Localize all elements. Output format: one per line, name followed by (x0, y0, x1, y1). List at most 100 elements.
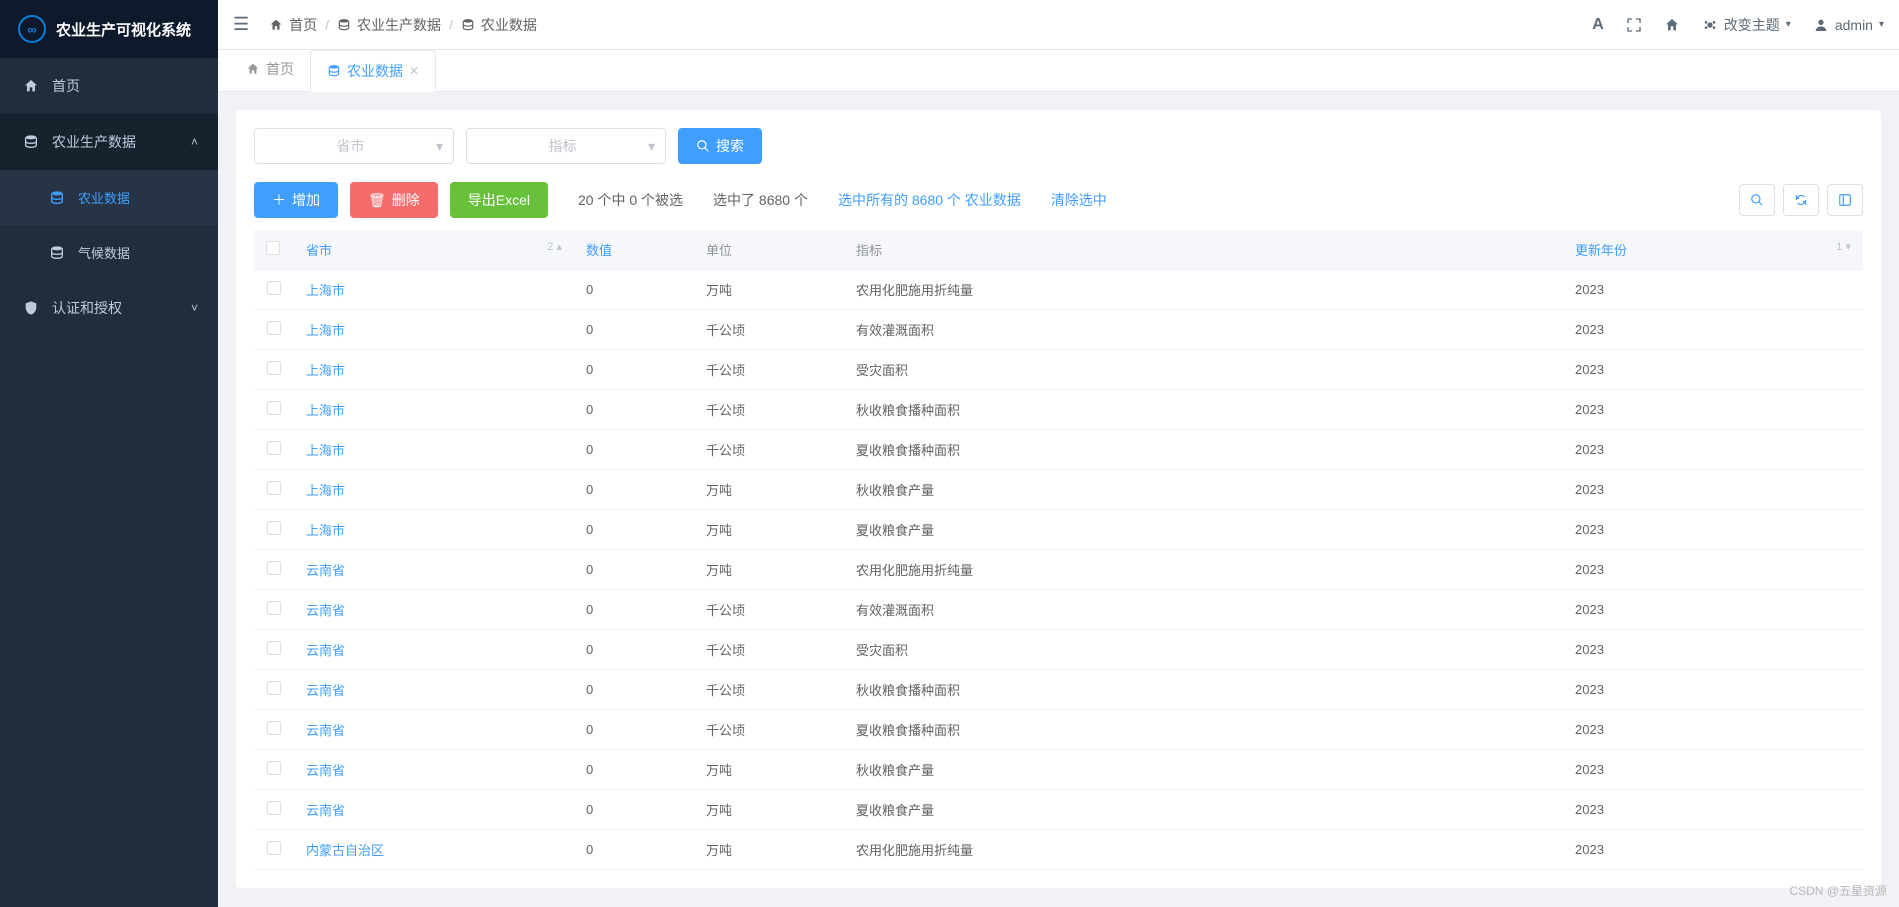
add-button[interactable]: ＋ 增加 (254, 182, 338, 218)
refresh-icon-button[interactable] (1783, 184, 1819, 216)
table-row: 云南省 0 千公顷 受灾面积 2023 (254, 630, 1863, 670)
cell-value: 0 (574, 790, 694, 830)
column-header-indicator[interactable]: 指标 (844, 230, 1563, 270)
table-row: 云南省 0 千公顷 有效灌溉面积 2023 (254, 590, 1863, 630)
table-row: 上海市 0 千公顷 有效灌溉面积 2023 (254, 310, 1863, 350)
sidebar-item-label: 气候数据 (78, 243, 130, 262)
row-checkbox[interactable] (267, 721, 281, 735)
province-link[interactable]: 云南省 (306, 803, 345, 818)
row-checkbox[interactable] (267, 681, 281, 695)
breadcrumb-agri-data[interactable]: 农业数据 (461, 15, 537, 35)
row-checkbox[interactable] (267, 521, 281, 535)
table-row: 上海市 0 万吨 农用化肥施用折纯量 2023 (254, 270, 1863, 310)
row-checkbox[interactable] (267, 641, 281, 655)
sidebar-item-agri-data[interactable]: 农业数据 (0, 170, 218, 225)
tab-agri-data[interactable]: 农业数据 ✕ (310, 50, 436, 92)
cell-value: 0 (574, 550, 694, 590)
fullscreen-icon[interactable] (1626, 17, 1642, 33)
province-link[interactable]: 云南省 (306, 723, 345, 738)
cell-year: 2023 (1563, 430, 1863, 470)
column-header-year[interactable]: 更新年份 1 ▾ (1563, 230, 1863, 270)
province-link[interactable]: 上海市 (306, 483, 345, 498)
export-excel-button[interactable]: 导出Excel (450, 182, 548, 218)
sidebar-item-label: 认证和授权 (52, 298, 122, 318)
cell-indicator: 有效灌溉面积 (844, 590, 1563, 630)
province-link[interactable]: 上海市 (306, 523, 345, 538)
sidebar-item-auth[interactable]: 认证和授权 ˅ (0, 280, 218, 336)
province-link[interactable]: 云南省 (306, 563, 345, 578)
cell-indicator: 受灾面积 (844, 350, 1563, 390)
cell-year: 2023 (1563, 590, 1863, 630)
table-row: 内蒙古自治区 0 万吨 农用化肥施用折纯量 2023 (254, 830, 1863, 870)
province-link[interactable]: 上海市 (306, 443, 345, 458)
cell-year: 2023 (1563, 750, 1863, 790)
tab-home[interactable]: 首页 (230, 49, 310, 91)
logo-area[interactable]: ∞ 农业生产可视化系统 (0, 0, 218, 58)
column-header-province[interactable]: 省市 2 ▴ (294, 230, 574, 270)
cell-value: 0 (574, 590, 694, 630)
breadcrumb: 首页 / 农业生产数据 / 农业数据 (269, 15, 1592, 35)
row-checkbox[interactable] (267, 321, 281, 335)
province-link[interactable]: 内蒙古自治区 (306, 843, 384, 858)
column-header-unit[interactable]: 单位 (694, 230, 844, 270)
province-link[interactable]: 上海市 (306, 283, 345, 298)
cell-unit: 万吨 (694, 470, 844, 510)
cell-value: 0 (574, 310, 694, 350)
province-link[interactable]: 上海市 (306, 323, 345, 338)
row-checkbox[interactable] (267, 841, 281, 855)
row-checkbox[interactable] (267, 401, 281, 415)
province-select[interactable]: 省市 ▾ (254, 128, 454, 164)
select-all-link[interactable]: 选中所有的 8680 个 农业数据 (838, 190, 1021, 210)
cell-unit: 万吨 (694, 790, 844, 830)
select-all-checkbox[interactable] (266, 241, 280, 255)
province-link[interactable]: 上海市 (306, 363, 345, 378)
home-icon[interactable] (1664, 17, 1680, 33)
cell-value: 0 (574, 270, 694, 310)
theme-switcher[interactable]: 改变主题 ▾ (1702, 15, 1791, 35)
clear-selection-link[interactable]: 清除选中 (1051, 190, 1107, 210)
column-header-value[interactable]: 数值 (574, 230, 694, 270)
table-row: 上海市 0 千公顷 受灾面积 2023 (254, 350, 1863, 390)
hamburger-icon[interactable]: ☰ (233, 14, 249, 35)
province-link[interactable]: 云南省 (306, 643, 345, 658)
cell-indicator: 秋收粮食播种面积 (844, 390, 1563, 430)
search-button[interactable]: 搜索 (678, 128, 762, 164)
table-row: 云南省 0 千公顷 夏收粮食播种面积 2023 (254, 710, 1863, 750)
cell-unit: 万吨 (694, 830, 844, 870)
breadcrumb-home[interactable]: 首页 (269, 15, 317, 35)
sidebar-item-agri-production[interactable]: 农业生产数据 ˄ (0, 114, 218, 170)
row-checkbox[interactable] (267, 281, 281, 295)
plus-icon: ＋ (272, 190, 286, 210)
province-link[interactable]: 云南省 (306, 763, 345, 778)
row-checkbox[interactable] (267, 801, 281, 815)
province-link[interactable]: 云南省 (306, 603, 345, 618)
cell-unit: 万吨 (694, 550, 844, 590)
app-title: 农业生产可视化系统 (56, 19, 191, 40)
cell-indicator: 农用化肥施用折纯量 (844, 830, 1563, 870)
row-checkbox[interactable] (267, 361, 281, 375)
chevron-up-icon: ˄ (191, 135, 198, 149)
row-checkbox[interactable] (267, 601, 281, 615)
expand-icon-button[interactable] (1827, 184, 1863, 216)
sidebar-item-home[interactable]: 首页 (0, 58, 218, 114)
province-link[interactable]: 云南省 (306, 683, 345, 698)
breadcrumb-agri-production[interactable]: 农业生产数据 (337, 15, 441, 35)
search-icon-button[interactable] (1739, 184, 1775, 216)
cell-value: 0 (574, 430, 694, 470)
breadcrumb-separator: / (449, 17, 453, 33)
cell-value: 0 (574, 510, 694, 550)
row-checkbox[interactable] (267, 561, 281, 575)
province-link[interactable]: 上海市 (306, 403, 345, 418)
close-icon[interactable]: ✕ (409, 64, 419, 78)
delete-button[interactable]: 🗑 删除 (350, 182, 438, 218)
topbar: ☰ 首页 / 农业生产数据 / 农业数据 A (218, 0, 1899, 50)
font-icon[interactable]: A (1592, 16, 1604, 34)
user-menu[interactable]: admin ▾ (1813, 17, 1884, 33)
cell-indicator: 夏收粮食播种面积 (844, 430, 1563, 470)
sidebar-item-climate-data[interactable]: 气候数据 (0, 225, 218, 280)
row-checkbox[interactable] (267, 761, 281, 775)
action-row: ＋ 增加 🗑 删除 导出Excel 20 个中 0 个被选 选中了 8680 个… (254, 182, 1863, 218)
row-checkbox[interactable] (267, 441, 281, 455)
indicator-select[interactable]: 指标 ▾ (466, 128, 666, 164)
row-checkbox[interactable] (267, 481, 281, 495)
